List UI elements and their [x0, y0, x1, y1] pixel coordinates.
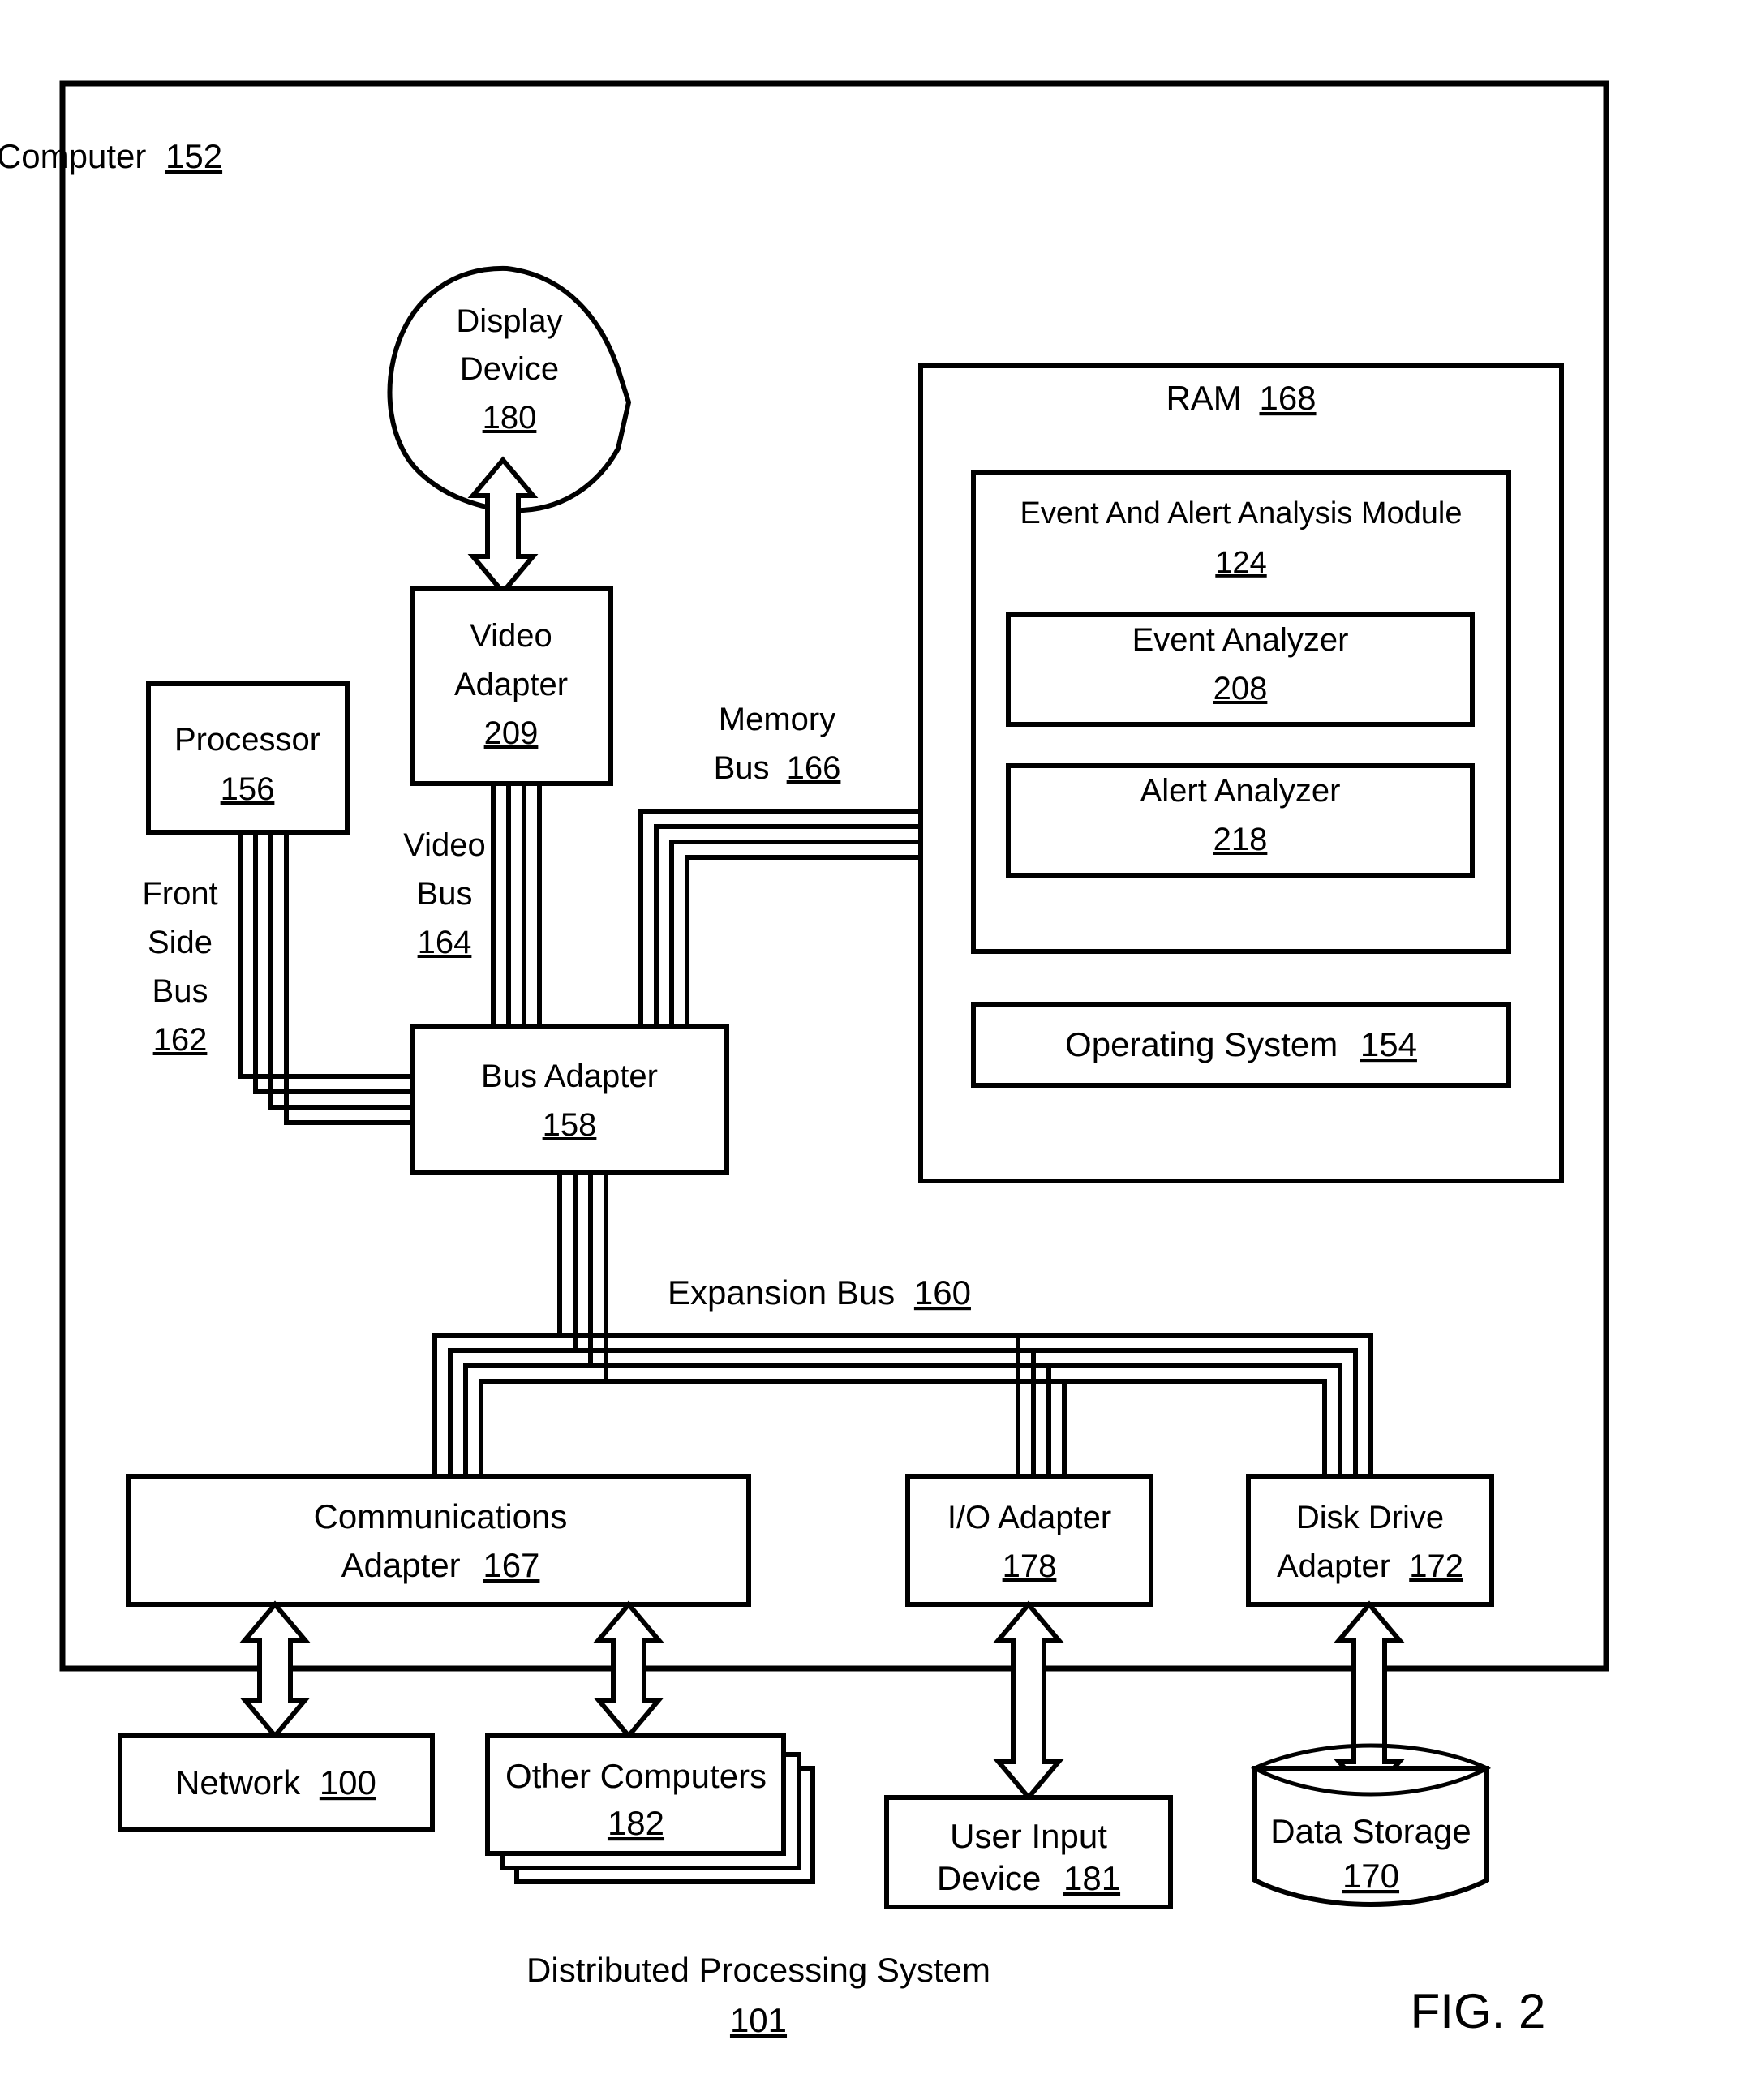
- video-adapter-line2: Adapter: [454, 667, 568, 702]
- user-input-device-line2: Device 181: [937, 1859, 1120, 1897]
- expansion-bus-label-text: Expansion Bus: [668, 1273, 895, 1312]
- operating-system-ref: 154: [1360, 1025, 1417, 1063]
- io-adapter-line1: I/O Adapter: [947, 1500, 1111, 1535]
- other-computers-label: Other Computers: [505, 1757, 767, 1795]
- io-adapter-box: [905, 1474, 1153, 1607]
- expansion-bus-label: Expansion Bus 160: [668, 1273, 971, 1312]
- communications-adapter-line2: Adapter 167: [341, 1546, 540, 1584]
- communications-adapter-box: [126, 1474, 751, 1607]
- data-storage-ref: 170: [1342, 1857, 1399, 1895]
- user-input-device-ref: 181: [1063, 1859, 1120, 1897]
- network-label-text: Network: [175, 1763, 301, 1802]
- io-adapter-ref: 178: [1003, 1548, 1057, 1584]
- event-analyzer-ref: 208: [1213, 671, 1268, 706]
- disk-drive-adapter-box: [1246, 1474, 1494, 1607]
- display-device-ref: 180: [483, 400, 537, 436]
- user-input-device-line1: User Input: [950, 1817, 1107, 1855]
- patent-diagram: Computer 152 Display Device 180 Video Ad…: [0, 80, 1609, 2039]
- other-computers-ref: 182: [608, 1804, 664, 1842]
- figure-caption-ref: 101: [730, 2001, 787, 2039]
- operating-system-label-text: Operating System: [1065, 1025, 1338, 1063]
- disk-drive-adapter-line1: Disk Drive: [1296, 1500, 1444, 1535]
- processor-box: [146, 681, 350, 835]
- front-side-bus-line2: Side: [148, 925, 213, 960]
- figure-label: FIG. 2: [1411, 1984, 1546, 2038]
- ram-ref: 168: [1259, 379, 1316, 417]
- alert-analyzer-label: Alert Analyzer: [1140, 773, 1341, 809]
- video-bus-line1: Video: [403, 827, 486, 863]
- video-adapter-ref: 209: [484, 715, 539, 751]
- event-alert-module-ref: 124: [1215, 546, 1266, 580]
- front-side-bus-line1: Front: [142, 876, 217, 912]
- memory-bus-line1: Memory: [719, 702, 835, 737]
- bus-adapter-ref: 158: [543, 1107, 597, 1143]
- front-side-bus-ref: 162: [153, 1022, 208, 1058]
- communications-adapter-line1: Communications: [314, 1497, 568, 1535]
- network-ref: 100: [320, 1763, 376, 1802]
- communications-adapter-ref: 167: [483, 1546, 539, 1584]
- disk-drive-adapter-line2-text: Adapter: [1277, 1548, 1390, 1584]
- communications-adapter-line2-text: Adapter: [341, 1546, 461, 1584]
- processor-ref: 156: [221, 771, 275, 807]
- computer-label: Computer 152: [0, 137, 222, 175]
- display-device-line1: Display: [456, 303, 562, 339]
- front-side-bus-line3: Bus: [152, 973, 208, 1009]
- video-bus-ref: 164: [418, 925, 472, 960]
- ram-label: RAM 168: [1166, 379, 1316, 417]
- computer-ref: 152: [165, 137, 222, 175]
- ram-label-text: RAM: [1166, 379, 1241, 417]
- expansion-bus-ref: 160: [914, 1273, 971, 1312]
- bus-adapter-label: Bus Adapter: [481, 1059, 658, 1094]
- processor-label: Processor: [174, 722, 320, 758]
- memory-bus-ref: 166: [787, 750, 841, 786]
- user-input-arrow: [993, 1600, 1064, 1802]
- disk-drive-adapter-ref: 172: [1409, 1548, 1463, 1584]
- disk-drive-adapter-line2: Adapter 172: [1277, 1548, 1463, 1584]
- memory-bus-line2: Bus 166: [714, 750, 841, 786]
- display-device-line2: Device: [460, 351, 559, 387]
- memory-bus-line2-text: Bus: [714, 750, 770, 786]
- data-storage-label: Data Storage: [1270, 1812, 1471, 1850]
- operating-system-label: Operating System 154: [1065, 1025, 1417, 1063]
- figure-page: Computer 152 Display Device 180 Video Ad…: [0, 0, 1744, 2100]
- video-adapter-line1: Video: [470, 618, 552, 654]
- user-input-device-line2-text: Device: [937, 1859, 1041, 1897]
- computer-label-text: Computer: [0, 137, 146, 175]
- network-label: Network 100: [175, 1763, 376, 1802]
- bus-adapter-box: [410, 1024, 729, 1175]
- alert-analyzer-ref: 218: [1213, 822, 1268, 857]
- event-analyzer-label: Event Analyzer: [1132, 622, 1349, 658]
- figure-caption-line1: Distributed Processing System: [526, 1951, 990, 1989]
- event-alert-module-line1: Event And Alert Analysis Module: [1020, 496, 1463, 530]
- video-bus-line2: Bus: [417, 876, 473, 912]
